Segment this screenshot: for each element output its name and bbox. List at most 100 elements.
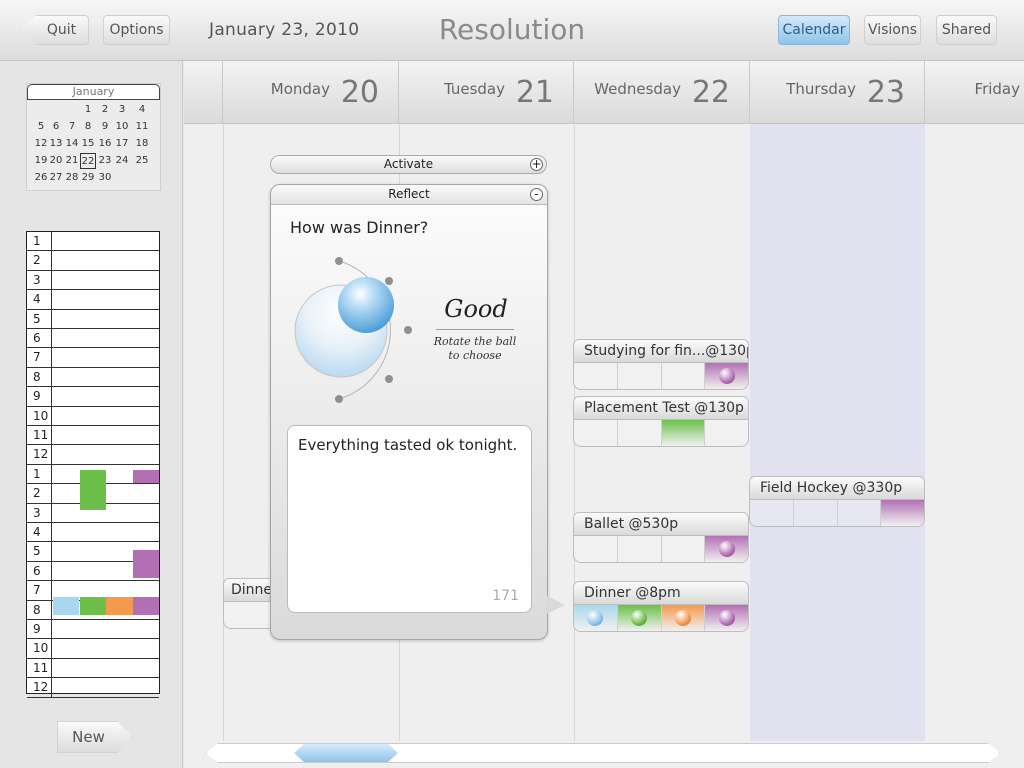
mini-calendar-day[interactable]: 5 [33, 119, 49, 134]
hour-row[interactable]: 12 [27, 678, 159, 698]
mini-calendar-day[interactable]: 3 [114, 102, 130, 117]
event-slot[interactable] [618, 536, 662, 562]
event-slot-orange[interactable] [661, 605, 706, 631]
dial-stop[interactable] [404, 326, 412, 334]
event-slot[interactable] [574, 363, 618, 389]
event-slot-purple[interactable] [705, 363, 748, 389]
mini-calendar-day[interactable]: 9 [97, 119, 113, 134]
mini-calendar-day[interactable]: 28 [64, 170, 80, 185]
hour-row[interactable]: 3 [27, 270, 159, 291]
activate-bar[interactable]: Activate + [270, 155, 547, 174]
hour-row[interactable]: 11 [27, 658, 159, 679]
activity-block-purple[interactable] [133, 550, 159, 578]
event-slot-purple[interactable] [705, 605, 748, 631]
event-field-hockey[interactable]: Field Hockey @330p [749, 476, 925, 527]
hour-row[interactable]: 12 [27, 445, 159, 465]
event-ballet[interactable]: Ballet @530p [573, 512, 749, 563]
day-header-thursday[interactable]: Thursday 23 [750, 61, 925, 124]
event-studying[interactable]: Studying for fin...@130p [573, 339, 749, 390]
event-slot[interactable] [750, 500, 794, 526]
mini-calendar-day[interactable]: 16 [97, 136, 113, 151]
mini-calendar-day[interactable]: 10 [114, 119, 130, 134]
hour-row[interactable]: 2 [27, 251, 159, 271]
collapse-minus-icon[interactable]: - [530, 188, 543, 201]
day-header-wednesday[interactable]: Wednesday 22 [574, 61, 750, 124]
expand-plus-icon[interactable]: + [530, 158, 543, 171]
mini-calendar-day[interactable]: 7 [64, 119, 80, 134]
event-slot-green[interactable] [617, 605, 662, 631]
mini-calendar-day[interactable]: 14 [64, 136, 80, 151]
mini-calendar-day[interactable]: 26 [33, 170, 49, 185]
hour-row[interactable]: 4 [27, 290, 159, 310]
hour-row[interactable]: 4 [27, 523, 159, 543]
dial-stop[interactable] [385, 277, 393, 285]
event-placement-test[interactable]: Placement Test @130p [573, 396, 749, 447]
event-slot[interactable] [662, 363, 706, 389]
dial-stop[interactable] [385, 375, 393, 383]
rating-ball-handle[interactable] [338, 277, 394, 333]
mini-calendar-day[interactable]: 19 [33, 153, 49, 168]
mini-calendar-day[interactable]: 24 [114, 153, 130, 168]
mini-calendar-day[interactable]: 2 [97, 102, 113, 117]
activity-block-green[interactable] [80, 470, 106, 510]
mini-calendar-day[interactable]: 22 [80, 153, 96, 169]
hour-row[interactable]: 1 [27, 232, 159, 252]
hour-row[interactable]: 9 [27, 620, 159, 640]
event-slot[interactable] [618, 420, 662, 446]
mini-calendar-day[interactable]: 13 [48, 136, 64, 151]
hour-row[interactable]: 7 [27, 348, 159, 368]
day-header-friday[interactable]: Friday [925, 61, 1024, 124]
mini-calendar-day[interactable]: 18 [134, 136, 150, 151]
day-header-tuesday[interactable]: Tuesday 21 [399, 61, 574, 124]
mini-calendar-day[interactable]: 8 [80, 119, 96, 134]
hour-row[interactable]: 5 [27, 309, 159, 329]
mini-calendar-day[interactable]: 1 [80, 102, 96, 117]
dial-stop[interactable] [335, 257, 343, 265]
mini-calendar-day[interactable]: 25 [134, 153, 150, 168]
hour-row[interactable]: 9 [27, 387, 159, 407]
mini-calendar-day[interactable]: 27 [48, 170, 64, 185]
mini-calendar-day[interactable]: 11 [134, 119, 150, 134]
mini-calendar-day[interactable]: 23 [97, 153, 113, 168]
reflection-note-field[interactable]: Everything tasted ok tonight. 171 [287, 425, 532, 613]
visions-tab-button[interactable]: Visions [864, 15, 921, 45]
shared-tab-button[interactable]: Shared [936, 15, 997, 45]
hour-row[interactable]: 6 [27, 329, 159, 349]
hour-row[interactable]: 10 [27, 406, 159, 426]
rating-dial[interactable] [289, 253, 439, 413]
activity-block-blue[interactable] [53, 597, 79, 615]
mini-calendar-day[interactable]: 6 [48, 119, 64, 134]
mini-calendar-day[interactable]: 4 [134, 102, 150, 117]
event-slot[interactable] [705, 420, 748, 446]
calendar-tab-button[interactable]: Calendar [778, 15, 850, 45]
activity-block-purple[interactable] [133, 597, 159, 615]
dial-stop[interactable] [335, 395, 343, 403]
event-slot[interactable] [574, 420, 618, 446]
event-slot[interactable] [618, 363, 662, 389]
event-slot[interactable] [794, 500, 838, 526]
event-slot[interactable] [574, 536, 618, 562]
event-dinner[interactable]: Dinner @8pm [573, 581, 749, 632]
reflect-header[interactable]: Reflect - [271, 185, 547, 205]
scrollbar-thumb[interactable] [294, 744, 398, 762]
new-button[interactable]: New [57, 721, 132, 753]
mini-calendar-day[interactable]: 17 [114, 136, 130, 151]
mini-calendar-day[interactable]: 29 [80, 170, 96, 185]
mini-calendar-day[interactable]: 30 [97, 170, 113, 185]
mini-calendar-day[interactable]: 20 [48, 153, 64, 168]
event-slot[interactable] [662, 536, 706, 562]
activity-block-purple[interactable] [133, 470, 159, 483]
hour-row[interactable]: 11 [27, 426, 159, 446]
event-slot-purple[interactable] [705, 536, 748, 562]
event-slot[interactable] [838, 500, 882, 526]
activity-block-green[interactable] [80, 597, 106, 615]
event-slot-green[interactable] [661, 420, 706, 446]
day-header-monday[interactable]: Monday 20 [223, 61, 399, 124]
mini-calendar-day[interactable]: 12 [33, 136, 49, 151]
hour-row[interactable]: 8 [27, 367, 159, 388]
event-slot-blue[interactable] [574, 605, 618, 631]
hour-row[interactable]: 10 [27, 639, 159, 659]
mini-calendar-day[interactable]: 15 [80, 136, 96, 151]
event-slot-purple[interactable] [881, 500, 924, 526]
mini-calendar-day[interactable]: 21 [64, 153, 80, 168]
